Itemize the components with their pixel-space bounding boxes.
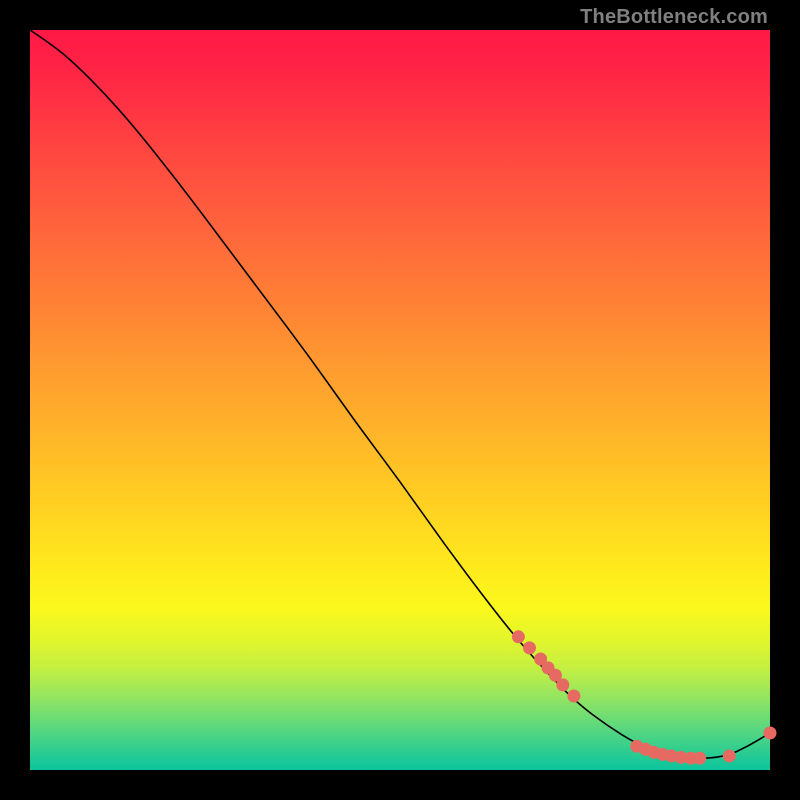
scatter-dot [567, 690, 580, 703]
scatter-dot [512, 630, 525, 643]
scatter-dot [693, 752, 706, 765]
chart-stage: TheBottleneck.com [0, 0, 800, 800]
watermark-text: TheBottleneck.com [580, 6, 768, 29]
scatter-dots [512, 630, 777, 764]
scatter-dot [723, 749, 736, 762]
scatter-dot [523, 641, 536, 654]
scatter-dot [764, 727, 777, 740]
scatter-dot [556, 678, 569, 691]
bottleneck-curve [30, 30, 770, 758]
plot-area [30, 30, 770, 770]
curve-svg [30, 30, 770, 770]
